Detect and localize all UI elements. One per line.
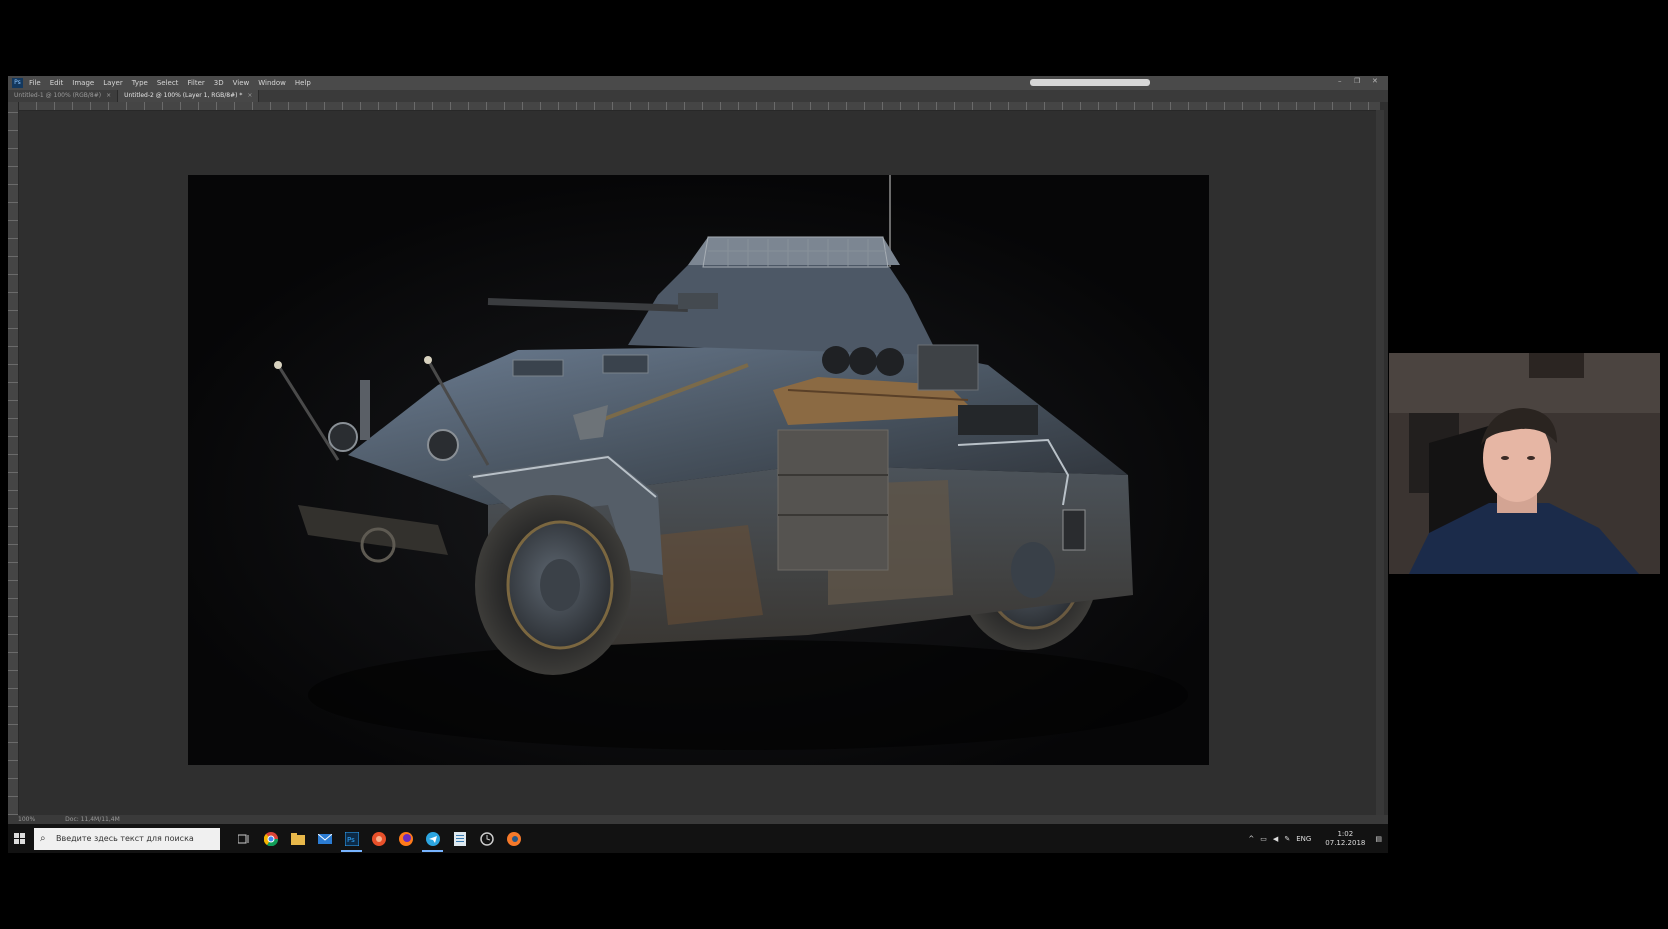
clock[interactable]: 1:02 07.12.2018: [1319, 830, 1365, 848]
tab-untitled-1[interactable]: Untitled-1 @ 100% (RGB/8#) ×: [8, 90, 119, 102]
clock-time: 1:02: [1337, 829, 1354, 838]
menu-image[interactable]: Image: [72, 79, 94, 87]
restore-icon[interactable]: ❐: [1354, 77, 1360, 85]
menu-bar: Ps File Edit Image Layer Type Select Fil…: [8, 76, 1388, 90]
menu-file[interactable]: File: [29, 79, 41, 87]
menu-edit[interactable]: Edit: [50, 79, 64, 87]
notifications-icon[interactable]: ▤: [1375, 835, 1382, 843]
pen-icon[interactable]: ✎: [1284, 835, 1290, 843]
volume-icon[interactable]: ◀: [1273, 835, 1278, 843]
photoshop-icon[interactable]: Ps: [338, 824, 365, 853]
doc-size[interactable]: Doc: 11,4M/11,4M: [65, 816, 120, 823]
search-icon: ⌕: [40, 833, 46, 844]
search-placeholder: Введите здесь текст для поиска: [56, 834, 194, 843]
document-tab-bar: Untitled-1 @ 100% (RGB/8#) × Untitled-2 @…: [8, 90, 1388, 102]
taskbar-search-input[interactable]: ⌕ Введите здесь текст для поиска: [34, 827, 220, 850]
clock-app-icon[interactable]: [473, 824, 500, 853]
menu-select[interactable]: Select: [157, 79, 179, 87]
windows-taskbar: ⌕ Введите здесь текст для поиска Ps ^ ▭ …: [8, 824, 1388, 853]
webcam-overlay: [1389, 353, 1660, 574]
minimize-icon[interactable]: –: [1338, 77, 1342, 85]
explorer-icon[interactable]: [284, 824, 311, 853]
menu-filter[interactable]: Filter: [187, 79, 204, 87]
photoshop-window: Ps File Edit Image Layer Type Select Fil…: [8, 76, 1388, 853]
chrome-icon[interactable]: [257, 824, 284, 853]
close-tab-icon[interactable]: ×: [106, 92, 111, 99]
start-button[interactable]: [8, 824, 30, 853]
vertical-ruler[interactable]: [8, 102, 19, 815]
language-indicator[interactable]: ENG: [1296, 835, 1311, 843]
windows-logo-icon: [13, 833, 25, 844]
blender-icon[interactable]: [500, 824, 527, 853]
menu-view[interactable]: View: [233, 79, 250, 87]
close-tab-icon[interactable]: ×: [247, 92, 252, 99]
firefox-icon[interactable]: [392, 824, 419, 853]
vertical-scrollbar[interactable]: [1376, 110, 1384, 815]
streamer-camera-feed: [1389, 353, 1660, 574]
tab-untitled-2[interactable]: Untitled-2 @ 100% (Layer 1, RGB/8#) * ×: [118, 90, 260, 102]
menu-type[interactable]: Type: [132, 79, 148, 87]
notepad-icon[interactable]: [446, 824, 473, 853]
zoom-level[interactable]: 100%: [18, 816, 35, 823]
status-bar: 100% Doc: 11,4M/11,4M: [8, 815, 1388, 824]
system-tray: ^ ▭ ◀ ✎ ENG 1:02 07.12.2018 ▤: [1242, 824, 1382, 853]
menu-window[interactable]: Window: [258, 79, 286, 87]
mail-icon[interactable]: [311, 824, 338, 853]
menu-3d[interactable]: 3D: [214, 79, 224, 87]
app-red-icon[interactable]: [365, 824, 392, 853]
telegram-icon[interactable]: [419, 824, 446, 853]
chevron-up-icon[interactable]: ^: [1248, 835, 1254, 843]
close-icon[interactable]: ✕: [1372, 77, 1378, 85]
menu-help[interactable]: Help: [295, 79, 311, 87]
network-icon[interactable]: ▭: [1260, 835, 1267, 843]
menu-layer[interactable]: Layer: [103, 79, 123, 87]
task-view-icon[interactable]: [230, 824, 257, 853]
photoshop-logo-icon[interactable]: Ps: [12, 78, 23, 88]
armored-car-render: [188, 175, 1209, 765]
tab-label: Untitled-2 @ 100% (Layer 1, RGB/8#) *: [124, 92, 243, 99]
svg-text:Ps: Ps: [347, 836, 355, 844]
horizontal-ruler[interactable]: [18, 102, 1380, 111]
tab-label: Untitled-1 @ 100% (RGB/8#): [14, 92, 102, 99]
document-canvas[interactable]: [188, 175, 1209, 765]
workspace-search-field[interactable]: [1030, 79, 1150, 86]
clock-date: 07.12.2018: [1325, 838, 1366, 847]
